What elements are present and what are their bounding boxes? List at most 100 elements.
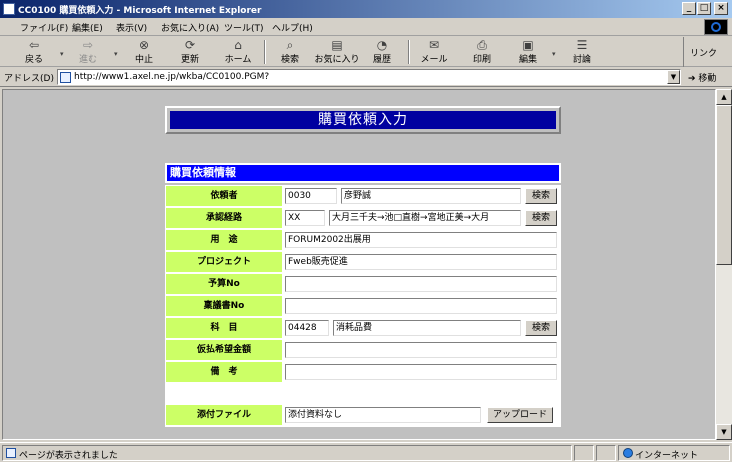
- forward-button[interactable]: ⇨ 進む: [68, 38, 108, 66]
- address-input[interactable]: http://www1.axel.ne.jp/wkba/CC0100.PGM? …: [57, 69, 681, 85]
- minimize-button[interactable]: _: [682, 2, 696, 15]
- search-button[interactable]: ⌕ 検索: [270, 38, 310, 66]
- section-header: 購買依頼情報: [165, 163, 561, 183]
- menu-favorites[interactable]: お気に入り(A): [161, 21, 219, 34]
- favorites-button[interactable]: ▤ お気に入り: [314, 38, 360, 66]
- menu-bar: ファイル(F) 編集(E) 表示(V) お気に入り(A) ツール(T) ヘルプ(…: [0, 18, 732, 36]
- scroll-up-arrow-icon[interactable]: ▲: [716, 89, 732, 105]
- page-viewport: 購買依頼入力 購買依頼情報 依頼者 0030 彦野誠 検索 承認経路 XX 大月…: [2, 89, 716, 440]
- menu-help[interactable]: ヘルプ(H): [272, 21, 313, 34]
- remarks-input[interactable]: [285, 364, 557, 380]
- status-cell-empty: [574, 445, 594, 461]
- form-row-purpose: 用 途 FORUM2002出展用: [165, 229, 561, 251]
- address-bar: アドレス(D) http://www1.axel.ne.jp/wkba/CC01…: [0, 67, 732, 87]
- project-input[interactable]: Fweb販売促進: [285, 254, 557, 270]
- attachment-section: 添付ファイル 添付資料なし アップロード: [165, 403, 561, 427]
- status-cell-empty: [596, 445, 616, 461]
- menu-edit[interactable]: 編集(E): [72, 21, 103, 34]
- favorites-icon: ▤: [331, 38, 343, 52]
- toolbar-separator: [264, 40, 266, 64]
- home-button[interactable]: ⌂ ホーム: [218, 38, 258, 66]
- advance-amount-input[interactable]: [285, 342, 557, 358]
- attachment-label: 添付ファイル: [166, 405, 282, 425]
- requester-label: 依頼者: [166, 186, 282, 206]
- home-icon: ⌂: [234, 38, 242, 52]
- maximize-button[interactable]: □: [697, 2, 711, 15]
- status-message: ページが表示されました: [19, 451, 118, 461]
- toolbar: ⇦ 戻る ▾ ⇨ 進む ▾ ⊗ 中止 ⟳ 更新 ⌂ ホーム ⌕ 検索 ▤ お気に…: [0, 37, 732, 67]
- scroll-thumb[interactable]: [716, 105, 732, 265]
- requester-name-input[interactable]: 彦野誠: [341, 188, 521, 204]
- forward-arrow-icon: ⇨: [82, 38, 94, 52]
- status-zone: インターネット: [635, 451, 699, 461]
- scroll-down-arrow-icon[interactable]: ▼: [716, 424, 732, 440]
- discuss-button[interactable]: ☰ 討論: [562, 38, 602, 66]
- form-row-budget-no: 予算No: [165, 273, 561, 295]
- approval-route-search-button[interactable]: 検索: [525, 210, 557, 226]
- form-row-remarks: 備 考: [165, 361, 561, 383]
- window-title-bar[interactable]: CC0100 購買依頼入力 - Microsoft Internet Explo…: [0, 0, 732, 18]
- section-title: 購買依頼情報: [167, 165, 559, 181]
- history-button[interactable]: ◔ 履歴: [362, 38, 402, 66]
- search-icon: ⌕: [286, 38, 294, 52]
- proposal-no-input[interactable]: [285, 298, 557, 314]
- requester-code-input[interactable]: 0030: [285, 188, 337, 204]
- edit-icon: ▣: [522, 38, 534, 52]
- approval-route-input[interactable]: 大月三千夫→池□直樹→宮地正美→大月: [329, 210, 521, 226]
- edit-button[interactable]: ▣ 編集: [508, 38, 548, 66]
- page-title-box: 購買依頼入力: [165, 106, 561, 134]
- budget-no-input[interactable]: [285, 276, 557, 292]
- address-url: http://www1.axel.ne.jp/wkba/CC0100.PGM?: [74, 72, 270, 82]
- advance-amount-label: 仮払希望金額: [166, 340, 282, 360]
- purpose-label: 用 途: [166, 230, 282, 250]
- page-done-icon: [6, 448, 16, 458]
- status-message-cell: ページが表示されました: [2, 445, 572, 461]
- toolbar-separator: [408, 40, 410, 64]
- discuss-icon: ☰: [576, 38, 588, 52]
- address-dropdown-icon[interactable]: ▼: [667, 70, 680, 84]
- account-search-button[interactable]: 検索: [525, 320, 557, 336]
- menu-tools[interactable]: ツール(T): [224, 21, 264, 34]
- back-button[interactable]: ⇦ 戻る: [14, 38, 54, 66]
- stop-button[interactable]: ⊗ 中止: [124, 39, 164, 66]
- links-toolbar[interactable]: リンク: [683, 37, 732, 67]
- form-row-account: 科 目 04428 消耗品費 検索: [165, 317, 561, 339]
- upload-button[interactable]: アップロード: [487, 407, 553, 423]
- internet-zone-globe-icon: [623, 448, 633, 458]
- print-button[interactable]: ⎙ 印刷: [462, 39, 502, 66]
- back-arrow-icon: ⇦: [28, 38, 40, 52]
- form-row-proposal-no: 稟議書No: [165, 295, 561, 317]
- edit-dropdown-icon[interactable]: ▾: [552, 50, 556, 58]
- menu-file[interactable]: ファイル(F): [20, 21, 68, 34]
- account-code-input[interactable]: 04428: [285, 320, 329, 336]
- status-bar: ページが表示されました インターネット: [0, 442, 732, 462]
- purpose-input[interactable]: FORUM2002出展用: [285, 232, 557, 248]
- go-button[interactable]: ➔ 移動: [688, 71, 716, 84]
- remarks-label: 備 考: [166, 362, 282, 382]
- form-row-advance-amount: 仮払希望金額: [165, 339, 561, 361]
- back-dropdown-icon[interactable]: ▾: [60, 50, 64, 58]
- close-button[interactable]: ×: [714, 2, 728, 15]
- attachment-input[interactable]: 添付資料なし: [285, 407, 481, 423]
- links-label: リンク: [690, 49, 718, 59]
- budget-no-label: 予算No: [166, 274, 282, 294]
- requester-search-button[interactable]: 検索: [525, 188, 557, 204]
- vertical-scrollbar[interactable]: ▲ ▼: [716, 89, 732, 440]
- ie-page-icon: [3, 3, 15, 15]
- approval-route-code-input[interactable]: XX: [285, 210, 325, 226]
- menu-view[interactable]: 表示(V): [116, 21, 147, 34]
- refresh-button[interactable]: ⟳ 更新: [170, 39, 210, 66]
- mail-icon: ✉: [428, 38, 440, 52]
- approval-route-label: 承認経路: [166, 208, 282, 228]
- forward-dropdown-icon[interactable]: ▾: [114, 50, 118, 58]
- address-label: アドレス(D): [4, 74, 54, 84]
- page-icon: [60, 72, 71, 83]
- ie-logo-icon: [704, 19, 728, 35]
- project-label: プロジェクト: [166, 252, 282, 272]
- mail-button[interactable]: ✉ メール: [414, 38, 454, 66]
- account-name-input[interactable]: 消耗品費: [333, 320, 521, 336]
- window-title: CC0100 購買依頼入力 - Microsoft Internet Explo…: [18, 6, 262, 16]
- form-row-project: プロジェクト Fweb販売促進: [165, 251, 561, 273]
- history-icon: ◔: [376, 38, 388, 52]
- status-zone-cell: インターネット: [618, 445, 730, 461]
